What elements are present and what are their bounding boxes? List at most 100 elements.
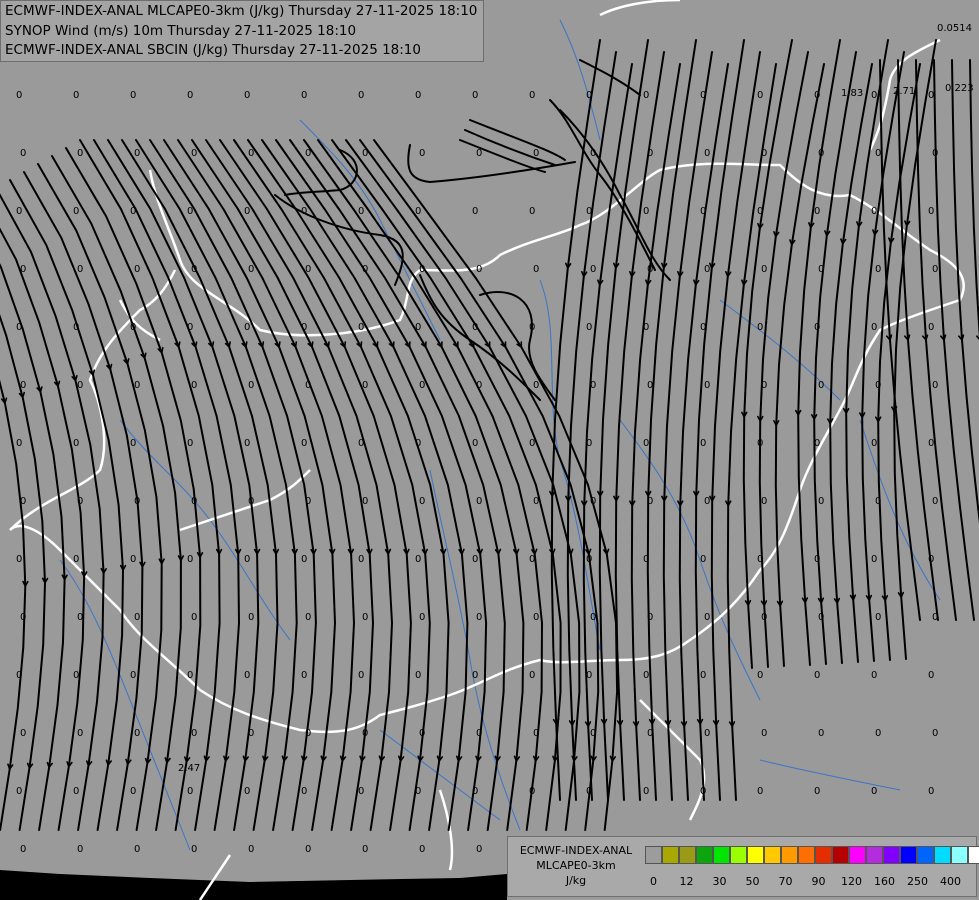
station-value: 0: [875, 264, 881, 275]
station-value: 0: [77, 380, 83, 391]
station-value: 0: [358, 786, 364, 797]
station-value: 0: [16, 322, 22, 333]
station-value: 0: [248, 612, 254, 623]
station-value: 0: [529, 90, 535, 101]
station-value: 0: [20, 844, 26, 855]
station-value: 0: [757, 322, 763, 333]
weather-map[interactable]: 0 0 0 0 0 0 0 0 0 0 0 0 0 0 0 0 0 0 0 0 0 0 0 0 0 0 0 0 0 0 0 0 0 0 0 0 0 0 0 0…: [0, 0, 979, 900]
station-value: 0: [20, 496, 26, 507]
legend-swatch: [883, 846, 900, 864]
legend-tick-label: 12: [679, 875, 694, 888]
station-value: 0: [761, 264, 767, 275]
station-value: 0: [191, 264, 197, 275]
station-value: 0: [818, 264, 824, 275]
station-value: 0: [472, 90, 478, 101]
legend-swatch: [832, 846, 849, 864]
station-value: 0: [875, 148, 881, 159]
station-value: 2.47: [178, 763, 200, 774]
station-value: 0: [928, 322, 934, 333]
station-value: 0: [191, 148, 197, 159]
station-value: 0: [187, 322, 193, 333]
legend-tick-label: 90: [811, 875, 826, 888]
station-value: 0: [647, 264, 653, 275]
title-line-3: ECMWF-INDEX-ANAL SBCIN (J/kg) Thursday 2…: [5, 42, 421, 58]
station-value: 0: [700, 670, 706, 681]
station-value: 0: [476, 496, 482, 507]
map-canvas[interactable]: 0 0 0 0 0 0 0 0 0 0 0 0 0 0 0 0 0 0 0 0 0 0 0 0 0 0 0 0 0 0 0 0 0 0 0 0 0 0 0 0…: [0, 0, 979, 900]
station-value: 0: [419, 844, 425, 855]
station-value: 0: [248, 496, 254, 507]
station-value: 0: [472, 438, 478, 449]
station-value: 0: [73, 90, 79, 101]
station-value: 0: [358, 438, 364, 449]
station-value: 0: [643, 206, 649, 217]
station-value: 0: [472, 670, 478, 681]
station-value: 0: [248, 844, 254, 855]
station-value: 0: [73, 438, 79, 449]
station-value: 0: [191, 380, 197, 391]
station-value: 0: [476, 380, 482, 391]
station-value: 0: [586, 670, 592, 681]
station-value: 0: [73, 322, 79, 333]
station-value: 0: [533, 148, 539, 159]
station-value: 0: [932, 728, 938, 739]
station-value: 0: [191, 728, 197, 739]
legend-swatch: [917, 846, 934, 864]
legend-swatch: [713, 846, 730, 864]
station-value: 0: [704, 728, 710, 739]
station-value: 0: [761, 728, 767, 739]
station-value: 0: [419, 264, 425, 275]
station-value: 0: [187, 206, 193, 217]
legend-swatch: [900, 846, 917, 864]
station-value: 0: [928, 90, 934, 101]
station-value: 0: [73, 206, 79, 217]
station-value: 0: [757, 554, 763, 565]
station-value: 0: [643, 90, 649, 101]
station-value: 0: [305, 148, 311, 159]
station-value: 0: [647, 612, 653, 623]
station-value: 0: [761, 380, 767, 391]
legend-unit: J/kg: [565, 874, 587, 887]
station-value: 0: [932, 496, 938, 507]
station-value: 0: [362, 612, 368, 623]
station-value: 0: [134, 264, 140, 275]
station-value: 0: [871, 90, 877, 101]
legend-tick-label: 250: [907, 875, 928, 888]
station-value: 0: [932, 148, 938, 159]
legend-tick-label: 160: [874, 875, 895, 888]
legend-tick-label: 120: [841, 875, 862, 888]
station-value: 0: [928, 206, 934, 217]
legend-tick-label: 30: [712, 875, 727, 888]
color-legend: ECMWF-INDEX-ANAL MLCAPE0-3km J/kg 0 12 30 5…: [507, 836, 979, 897]
station-value: 0: [533, 496, 539, 507]
station-value: 0: [586, 322, 592, 333]
station-value: 0: [647, 148, 653, 159]
station-value: 0: [875, 728, 881, 739]
station-value: 0: [134, 380, 140, 391]
station-value: 0: [871, 438, 877, 449]
station-value: 0: [20, 380, 26, 391]
station-value: 0: [362, 264, 368, 275]
station-value: 0: [476, 264, 482, 275]
station-value: 0: [818, 496, 824, 507]
station-value: 0: [77, 148, 83, 159]
station-value: 0: [871, 554, 877, 565]
station-value: 0: [301, 438, 307, 449]
station-value: 0: [533, 612, 539, 623]
legend-swatch: [815, 846, 832, 864]
station-value: 0: [362, 496, 368, 507]
station-value: 0: [586, 90, 592, 101]
legend-tick-label: 70: [778, 875, 793, 888]
station-value: 0: [134, 148, 140, 159]
station-value: 0: [305, 380, 311, 391]
station-value: 0: [419, 728, 425, 739]
legend-swatch: [968, 846, 979, 864]
title-line-1: ECMWF-INDEX-ANAL MLCAPE0-3km (J/kg) Thur…: [5, 3, 478, 19]
station-value: 0: [20, 148, 26, 159]
station-value: 0: [362, 728, 368, 739]
station-value: 0: [586, 438, 592, 449]
title-line-2: SYNOP Wind (m/s) 10m Thursday 27-11-2025…: [5, 22, 357, 39]
station-value: 0: [130, 90, 136, 101]
station-value: 0: [700, 322, 706, 333]
station-value: 0.223: [945, 83, 974, 94]
